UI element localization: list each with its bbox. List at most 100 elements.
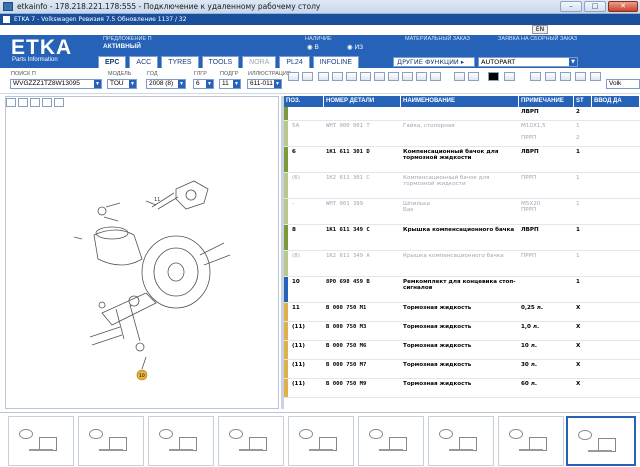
- table-row[interactable]: - WHT 001 399 Шпилька Бак M5X20 ПРРП 1: [284, 199, 640, 225]
- tab-tools[interactable]: TOOLS: [201, 56, 240, 68]
- toolbar-settings-icon[interactable]: [560, 72, 571, 81]
- toolbar-arrow-icon[interactable]: [575, 72, 586, 81]
- tab-epc[interactable]: EPC: [98, 56, 127, 68]
- vin-search-input[interactable]: WVGZZZ1TZ8W13095 ▼: [10, 79, 102, 89]
- availability-iz-radio[interactable]: ◉ ИЗ: [347, 43, 363, 51]
- thumbnail[interactable]: [148, 416, 214, 466]
- cell-pos: (6): [292, 175, 300, 181]
- cell-date: [592, 251, 640, 276]
- toolbar-help-icon[interactable]: [590, 72, 601, 81]
- toolbar-stop-icon[interactable]: [454, 72, 465, 81]
- maximize-button[interactable]: □: [584, 1, 606, 12]
- cell-st: 1: [576, 227, 580, 233]
- close-button[interactable]: ✕: [608, 1, 638, 12]
- thumbnail[interactable]: [218, 416, 284, 466]
- cell-name: Крышка компенсационного бачка: [403, 253, 504, 259]
- toolbar-mail-icon[interactable]: [430, 72, 441, 81]
- table-row[interactable]: 8 1K1 611 349 C Крышка компенсационного ба…: [284, 225, 640, 251]
- cell-pos: -: [292, 201, 295, 207]
- toolbar-color-icon[interactable]: [488, 72, 499, 81]
- table-row[interactable]: (11) B 000 750 M9 Тормозная жидкость 60 л. X: [284, 379, 640, 398]
- thumbnail[interactable]: [498, 416, 564, 466]
- tab-infoline[interactable]: INFOLINE: [312, 56, 360, 68]
- zoom-out-icon[interactable]: [18, 98, 28, 107]
- thumbnail[interactable]: [8, 416, 74, 466]
- year-select[interactable]: 2008 (8) ▼: [146, 79, 186, 89]
- table-row[interactable]: (11) B 000 750 M3 Тормозная жидкость 1,0 л.…: [284, 322, 640, 341]
- etka-logo: ETKA: [11, 36, 73, 59]
- table-row[interactable]: (11) B 000 750 M6 Тормозная жидкость 10 л. X: [284, 341, 640, 360]
- table-row[interactable]: 6 1K1 611 301 D Компенсационный бачок для …: [284, 147, 640, 173]
- cell-part-number: B 000 750 M9: [326, 381, 367, 387]
- toolbar-wrench-icon[interactable]: [530, 72, 541, 81]
- col-date[interactable]: ВВОД ДА: [592, 96, 640, 107]
- col-pos[interactable]: ПОЗ.: [284, 96, 324, 107]
- other-functions-button[interactable]: ДРУГИЕ ФУНКЦИИ ▸: [393, 57, 475, 67]
- cell-date: [592, 322, 640, 340]
- availability-b-radio[interactable]: ◉ В: [307, 43, 319, 51]
- toolbar-copy-icon[interactable]: [302, 72, 313, 81]
- print-illustration-icon[interactable]: [54, 98, 64, 107]
- toolbar-list-icon[interactable]: [346, 72, 357, 81]
- warehouse-order-label[interactable]: ЗАЯВКА НА СБОРНЫЙ ЗАКАЗ: [498, 36, 577, 42]
- thumbnail[interactable]: [428, 416, 494, 466]
- toolbar-search-icon[interactable]: [332, 72, 343, 81]
- table-row[interactable]: 11 B 000 750 M1 Тормозная жидкость 0,25 л. X: [284, 303, 640, 322]
- model-select[interactable]: TOU ▼: [107, 79, 137, 89]
- toolbar-note-icon[interactable]: [388, 72, 399, 81]
- cell-note: 1,0 л.: [521, 324, 540, 330]
- callout-10[interactable]: 10: [139, 373, 145, 379]
- illustration-thumbnails: [0, 412, 640, 467]
- zoom-fit-icon[interactable]: [30, 98, 40, 107]
- toolbar-table-icon[interactable]: [504, 72, 515, 81]
- toolbar-lock-icon[interactable]: [402, 72, 413, 81]
- table-row[interactable]: (8) 1K2 611 349 A Крышка компенсационного …: [284, 251, 640, 277]
- toolbar-print-icon[interactable]: [288, 72, 299, 81]
- illustration-select[interactable]: 611-011 ▼: [247, 79, 282, 89]
- col-st[interactable]: ST: [574, 96, 592, 107]
- table-row[interactable]: 10 8P0 698 459 B Ремкомплект для концевика…: [284, 277, 640, 303]
- language-switch[interactable]: EN: [532, 25, 548, 34]
- tab-tyres[interactable]: TYRES: [161, 56, 199, 68]
- brake-assembly-drawing: 11 10: [73, 180, 231, 381]
- toolbar-info-icon[interactable]: [318, 72, 329, 81]
- tab-pl24[interactable]: PL24: [279, 56, 310, 68]
- cell-pos: 5A: [292, 123, 300, 129]
- illustration-toolbar: [6, 98, 66, 108]
- col-name[interactable]: НАИМЕНОВАНИЕ: [401, 96, 519, 107]
- minimize-button[interactable]: –: [560, 1, 582, 12]
- toolbar-export-icon[interactable]: [416, 72, 427, 81]
- toolbar-cart-icon[interactable]: [360, 72, 371, 81]
- group-label: ГЛГР: [194, 71, 207, 77]
- subgroup-select[interactable]: 11 ▼: [219, 79, 241, 89]
- toolbar-pin-icon[interactable]: [468, 72, 479, 81]
- thumbnail-selected[interactable]: [566, 416, 636, 466]
- table-row[interactable]: (11) B 000 750 M7 Тормозная жидкость 30 л. X: [284, 360, 640, 379]
- zoom-in-icon[interactable]: [6, 98, 16, 107]
- toolbar-history-icon[interactable]: [374, 72, 385, 81]
- material-order-label[interactable]: МАТЕРИАЛЬНЫЙ ЗАКАЗ: [405, 36, 470, 42]
- cell-pos: 6: [292, 149, 296, 155]
- zoom-area-icon[interactable]: [42, 98, 52, 107]
- table-row[interactable]: 5A WHT 000 001 T Гайка, стопорная M10X1,5 П…: [284, 121, 640, 147]
- parts-table-header: ПОЗ. НОМЕР ДЕТАЛИ НАИМЕНОВАНИЕ ПРИМЕЧАНИ…: [284, 96, 640, 107]
- function-select[interactable]: AUTOPART ▼: [478, 57, 578, 67]
- cell-note: 10 л.: [521, 343, 537, 349]
- tab-nora[interactable]: NORA: [242, 56, 277, 68]
- table-row[interactable]: ЛВРП 2: [284, 107, 640, 121]
- col-note[interactable]: ПРИМЕЧАНИЕ: [519, 96, 574, 107]
- right-vehicle-field[interactable]: Volk: [606, 79, 640, 89]
- col-part-number[interactable]: НОМЕР ДЕТАЛИ: [324, 96, 401, 107]
- cell-pos: (8): [292, 253, 300, 259]
- thumbnail[interactable]: [78, 416, 144, 466]
- chevron-down-icon: ▼: [206, 80, 213, 88]
- tab-acc[interactable]: ACC: [129, 56, 159, 68]
- thumbnail[interactable]: [358, 416, 424, 466]
- chevron-down-icon: ▼: [233, 80, 240, 88]
- illustration-pane[interactable]: 11 10: [5, 96, 279, 409]
- toolbar-filter-icon[interactable]: [545, 72, 556, 81]
- cell-part-number: B 000 750 M6: [326, 343, 367, 349]
- table-row[interactable]: (6) 1K2 611 301 C Компенсационный бачок дл…: [284, 173, 640, 199]
- thumbnail[interactable]: [288, 416, 354, 466]
- group-select[interactable]: 6 ▼: [193, 79, 214, 89]
